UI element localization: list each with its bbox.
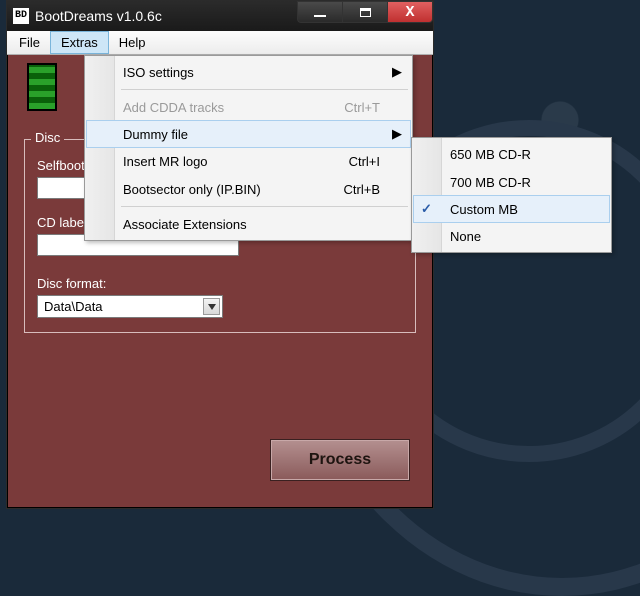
menu-label: Custom MB bbox=[450, 202, 518, 217]
app-icon: BD bbox=[13, 8, 29, 24]
window-buttons: X bbox=[298, 1, 433, 23]
menu-help[interactable]: Help bbox=[109, 31, 156, 54]
discformat-label: Disc format: bbox=[37, 276, 403, 291]
process-button[interactable]: Process bbox=[270, 439, 410, 481]
menu-shortcut: Ctrl+B bbox=[344, 182, 380, 197]
menu-separator bbox=[121, 206, 408, 207]
maximize-button[interactable] bbox=[342, 1, 388, 23]
group-title: Disc bbox=[31, 130, 64, 145]
discformat-combo[interactable]: Data\Data bbox=[37, 295, 223, 318]
menu-insert-mr[interactable]: Insert MR logo Ctrl+I bbox=[87, 147, 410, 175]
submenu-none[interactable]: None bbox=[414, 222, 609, 250]
menu-label: 700 MB CD-R bbox=[450, 175, 531, 190]
menu-label: Dummy file bbox=[123, 127, 188, 142]
menu-iso-settings[interactable]: ISO settings ▶ bbox=[87, 58, 410, 86]
menu-label: 650 MB CD-R bbox=[450, 147, 531, 162]
menu-label: Insert MR logo bbox=[123, 154, 208, 169]
menu-associate-extensions[interactable]: Associate Extensions bbox=[87, 210, 410, 238]
menu-label: Bootsector only (IP.BIN) bbox=[123, 182, 261, 197]
menu-label: None bbox=[450, 229, 481, 244]
menu-shortcut: Ctrl+I bbox=[349, 154, 380, 169]
menu-dummy-file[interactable]: Dummy file ▶ bbox=[86, 120, 411, 148]
discformat-value: Data\Data bbox=[44, 299, 103, 314]
menu-file[interactable]: File bbox=[9, 31, 50, 54]
check-icon: ✓ bbox=[421, 201, 432, 217]
titlebar[interactable]: BD BootDreams v1.0.6c X bbox=[7, 1, 433, 31]
menu-bootsector[interactable]: Bootsector only (IP.BIN) Ctrl+B bbox=[87, 175, 410, 203]
menu-label: Add CDDA tracks bbox=[123, 100, 224, 115]
menu-add-cdda[interactable]: Add CDDA tracks Ctrl+T bbox=[87, 93, 410, 121]
menubar: File Extras Help bbox=[7, 31, 433, 55]
submenu-arrow-icon: ▶ bbox=[392, 64, 402, 80]
dummy-file-submenu: 650 MB CD-R 700 MB CD-R ✓ Custom MB None bbox=[411, 137, 612, 253]
menu-extras[interactable]: Extras bbox=[50, 31, 109, 54]
menu-shortcut: Ctrl+T bbox=[344, 100, 380, 115]
chevron-down-icon bbox=[208, 304, 216, 310]
combo-dropdown-button[interactable] bbox=[203, 298, 220, 315]
menu-label: Associate Extensions bbox=[123, 217, 247, 232]
submenu-arrow-icon: ▶ bbox=[392, 126, 402, 142]
submenu-custom-mb[interactable]: ✓ Custom MB bbox=[413, 195, 610, 223]
extras-dropdown: ISO settings ▶ Add CDDA tracks Ctrl+T Du… bbox=[84, 55, 413, 241]
toolbar-icon[interactable] bbox=[27, 63, 57, 111]
minimize-button[interactable] bbox=[297, 1, 343, 23]
menu-separator bbox=[121, 89, 408, 90]
submenu-700mb[interactable]: 700 MB CD-R bbox=[414, 168, 609, 196]
close-button[interactable]: X bbox=[387, 1, 433, 23]
menu-label: ISO settings bbox=[123, 65, 194, 80]
submenu-650mb[interactable]: 650 MB CD-R bbox=[414, 140, 609, 168]
